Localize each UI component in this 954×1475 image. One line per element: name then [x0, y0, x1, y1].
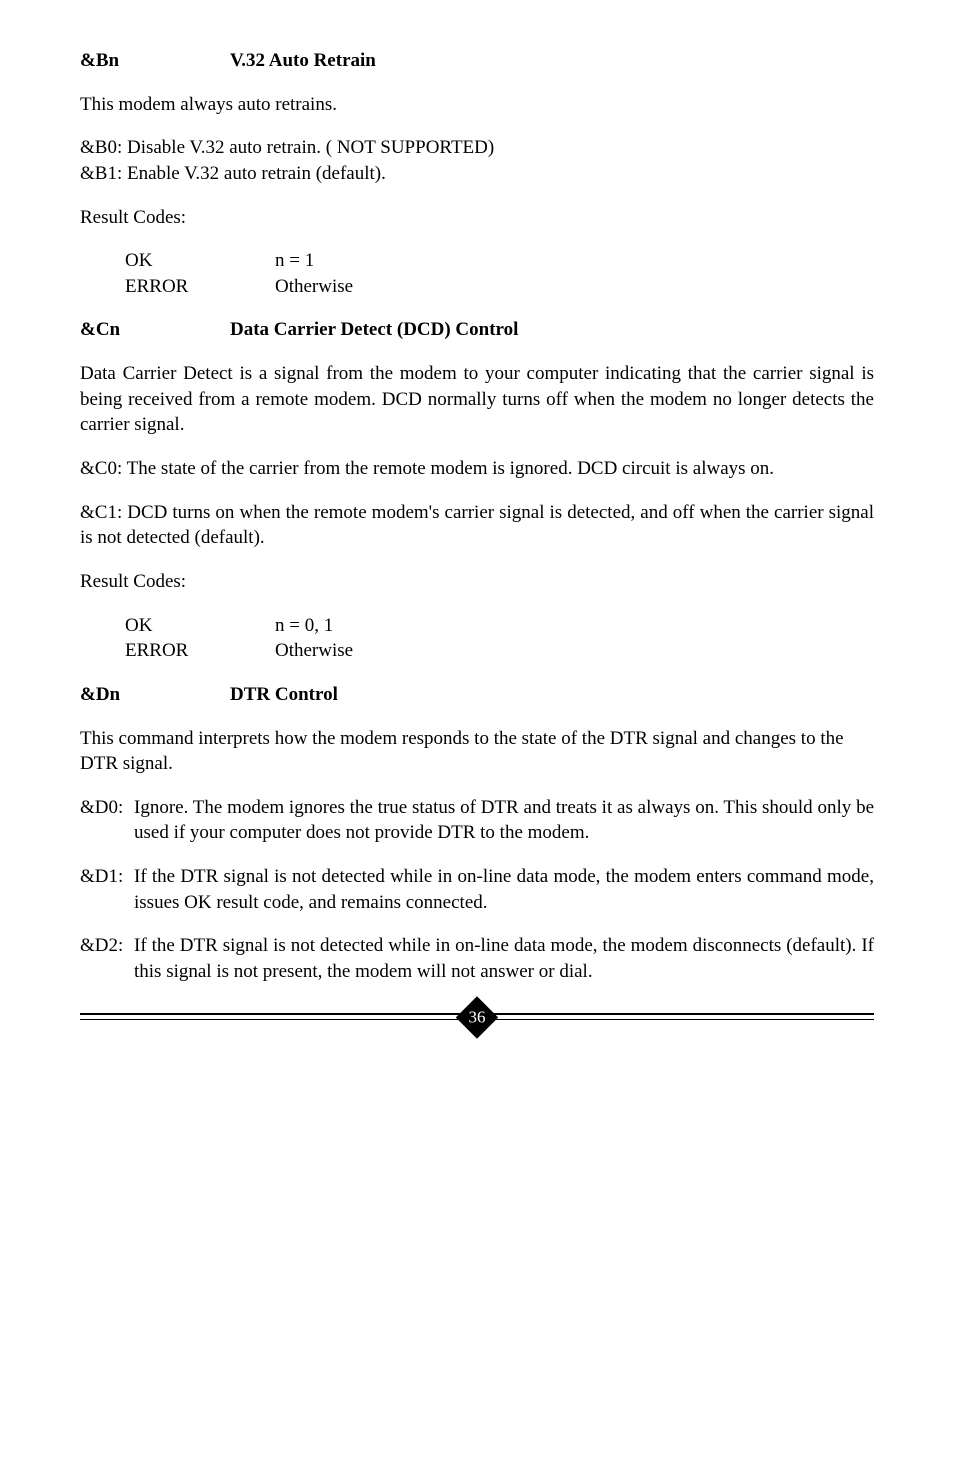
option-block: &B0: Disable V.32 auto retrain. ( NOT SU… — [80, 135, 874, 186]
command-title: Data Carrier Detect (DCD) Control — [230, 317, 518, 343]
paragraph: This command interprets how the modem re… — [80, 726, 874, 777]
result-label: ERROR — [125, 274, 275, 300]
option-item: &D2: If the DTR signal is not detected w… — [80, 933, 874, 984]
result-row: OK n = 1 — [80, 248, 874, 274]
command-title: DTR Control — [230, 682, 338, 708]
paragraph: This modem always auto retrains. — [80, 92, 874, 118]
result-row: ERROR Otherwise — [80, 274, 874, 300]
result-value: n = 1 — [275, 248, 314, 274]
option-line: &B1: Enable V.32 auto retrain (default). — [80, 161, 874, 187]
page-footer: 36 — [80, 1007, 874, 1031]
option-body: Ignore. The modem ignores the true statu… — [134, 795, 874, 846]
paragraph: Data Carrier Detect is a signal from the… — [80, 361, 874, 438]
result-row: ERROR Otherwise — [80, 638, 874, 664]
option-tag: &D2: — [80, 933, 134, 984]
footer-rule: 36 — [80, 1007, 874, 1031]
command-code: &Bn — [80, 48, 230, 74]
option-body: If the DTR signal is not detected while … — [134, 933, 874, 984]
result-row: OK n = 0, 1 — [80, 613, 874, 639]
option-item: &D1: If the DTR signal is not detected w… — [80, 864, 874, 915]
result-label: ERROR — [125, 638, 275, 664]
result-value: Otherwise — [275, 274, 353, 300]
section-header: &Cn Data Carrier Detect (DCD) Control — [80, 317, 874, 343]
result-codes-table: OK n = 0, 1 ERROR Otherwise — [80, 613, 874, 664]
command-code: &Dn — [80, 682, 230, 708]
result-codes-label: Result Codes: — [80, 205, 874, 231]
result-value: n = 0, 1 — [275, 613, 333, 639]
result-codes-label: Result Codes: — [80, 569, 874, 595]
section-header: &Bn V.32 Auto Retrain — [80, 48, 874, 74]
result-label: OK — [125, 613, 275, 639]
command-code: &Cn — [80, 317, 230, 343]
command-title: V.32 Auto Retrain — [230, 48, 376, 74]
paragraph: &C0: The state of the carrier from the r… — [80, 456, 874, 482]
page-number: 36 — [469, 1006, 486, 1029]
option-tag: &D0: — [80, 795, 134, 846]
option-body: If the DTR signal is not detected while … — [134, 864, 874, 915]
result-value: Otherwise — [275, 638, 353, 664]
result-label: OK — [125, 248, 275, 274]
option-tag: &D1: — [80, 864, 134, 915]
paragraph: &C1: DCD turns on when the remote modem'… — [80, 500, 874, 551]
section-header: &Dn DTR Control — [80, 682, 874, 708]
option-line: &B0: Disable V.32 auto retrain. ( NOT SU… — [80, 135, 874, 161]
result-codes-table: OK n = 1 ERROR Otherwise — [80, 248, 874, 299]
option-item: &D0: Ignore. The modem ignores the true … — [80, 795, 874, 846]
